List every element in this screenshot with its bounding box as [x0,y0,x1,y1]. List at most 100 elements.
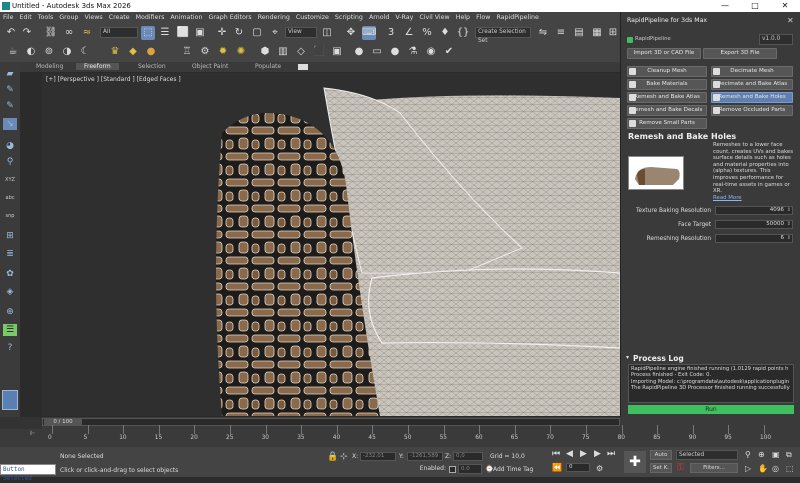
list-icon[interactable]: ☰ [3,324,17,336]
panel-close-icon[interactable]: ✕ [787,16,794,25]
move-icon[interactable]: ✛ [215,26,229,40]
vray-instancer-icon[interactable]: ⬛ [312,45,326,59]
vray-plane-icon[interactable]: ◇ [294,45,308,59]
face-target-input[interactable]: 50000 [715,220,793,229]
tab-populate[interactable]: Populate [255,63,281,70]
enabled-checkbox[interactable] [449,466,456,473]
vray-proxy-icon[interactable]: ⬢ [258,45,272,59]
remeshing-resolution-input[interactable]: 6 [715,234,793,243]
menu-rapidpipeline[interactable]: RapidPipeline [493,12,541,21]
unlink-icon[interactable]: ∞ [62,26,76,40]
menu-civil-view[interactable]: Civil View [416,12,452,21]
lock-selection-icon[interactable]: 🔒 [327,452,338,462]
maximize-button[interactable]: □ [740,0,770,12]
menu-arnold[interactable]: Arnold [366,12,392,21]
grid-icon[interactable]: ⊞ [3,230,17,242]
bind-warp-icon[interactable]: ≈ [80,26,94,40]
arnold-light-icon[interactable]: ◆ [126,45,140,59]
pan-icon[interactable]: ✋ [758,464,768,473]
tab-freeform[interactable]: Freeform [76,63,119,70]
link-icon[interactable]: ⛓ [44,26,58,40]
time-config-icon[interactable]: ⚙ [596,464,603,473]
vray-clipper-icon[interactable]: ▣ [330,45,344,59]
close-button[interactable]: ✕ [770,0,800,12]
rect-selection-icon[interactable]: ⬜ [176,26,190,40]
bake-materials-button[interactable]: Bake Materials [627,79,707,90]
orbit-icon[interactable]: ◎ [772,464,779,473]
help-icon[interactable]: ? [3,342,17,354]
tab-selection[interactable]: Selection [138,63,166,70]
menu-graph-editors[interactable]: Graph Editors [205,12,254,21]
display-icon[interactable]: ◕ [3,140,17,152]
remesh-bake-atlas-button[interactable]: Remesh and Bake Atlas [627,92,707,103]
next-frame-icon[interactable]: ▶ [594,449,601,459]
add-time-tag-link[interactable]: Add Time Tag [493,466,533,473]
viewport-label[interactable]: [+] [Perspective ] [Standard ] [Edged Fa… [46,76,181,83]
layer-explorer-icon[interactable]: ▤ [572,26,586,40]
menu-animation[interactable]: Animation [167,12,205,21]
angle-snap-icon[interactable]: ∠ [402,26,416,40]
window-crossing-icon[interactable]: ▣ [193,26,207,40]
menu-scripting[interactable]: Scripting [332,12,366,21]
selection-set-dropdown[interactable]: Create Selection Set [475,27,531,44]
version-dropdown[interactable]: v1.0.0 [759,34,793,45]
vray-render-icon[interactable]: ● [388,45,402,59]
percent-snap-icon[interactable]: % [420,26,434,40]
go-to-start-icon[interactable]: ⏮ [552,449,560,459]
fov-icon[interactable]: ▷ [745,464,751,473]
xyz-icon[interactable]: XYZ [3,174,17,186]
remove-small-parts-button[interactable]: Remove Small Parts [627,118,707,129]
render-setup-icon[interactable]: ⊚ [42,45,56,59]
play-icon[interactable]: ▶ [580,449,587,459]
menu-edit[interactable]: Edit [17,12,35,21]
select-by-name-icon[interactable]: ☰ [158,26,172,40]
menu-customize[interactable]: Customize [293,12,332,21]
key-mode-icon[interactable]: ⏪ [552,463,562,472]
snap-toggle-icon[interactable]: snp [3,210,17,222]
auto-key-button[interactable]: Auto [650,450,672,460]
vray-dome-icon[interactable]: ✺ [234,45,248,59]
menu-create[interactable]: Create [106,12,133,21]
render-icon[interactable]: ☾ [78,45,92,59]
menu-help[interactable]: Help [453,12,473,21]
chaos-cosmos-icon[interactable]: ✔ [442,45,456,59]
align-icon[interactable]: ≡ [554,26,568,40]
collapse-icon[interactable]: ▾ [626,354,629,361]
utilities-icon[interactable]: ⚲ [3,156,17,168]
set-key-button[interactable]: Set K. [650,463,672,473]
rotate-icon[interactable]: ↻ [232,26,246,40]
go-to-end-icon[interactable]: ⏭ [607,449,615,459]
zoom-extents-all-icon[interactable]: ⧉ [786,450,792,460]
maxscript-listener[interactable]: Button Selected [0,464,56,482]
cleanup-mesh-button[interactable]: Cleanup Mesh [627,66,707,77]
x-coordinate[interactable]: -232,01 [360,452,396,461]
remove-occluded-parts-button[interactable]: Remove Occluded Parts [711,105,793,116]
previous-frame-icon[interactable]: ◀ [566,449,573,459]
ref-coord-dropdown[interactable]: View [285,27,317,38]
key-set-dropdown[interactable]: Selected [676,450,738,460]
remesh-bake-holes-button[interactable]: Remesh and Bake Holes [711,92,793,103]
hierarchy-icon[interactable]: ✎ [3,100,17,112]
menu-modifiers[interactable]: Modifiers [133,12,168,21]
tab-object-paint[interactable]: Object Paint [192,63,228,70]
remesh-bake-decals-button[interactable]: Remesh and Bake Decals [627,105,707,116]
menu-vray[interactable]: V-Ray [392,12,416,21]
texture-resolution-input[interactable]: 4096 [715,206,793,215]
vray-vision-icon[interactable]: ◉ [424,45,438,59]
maximize-viewport-icon[interactable]: ⬚ [786,464,794,473]
menu-group[interactable]: Group [56,12,81,21]
run-button[interactable]: Run [628,405,794,414]
minimize-button[interactable]: — [710,0,740,12]
motion-icon[interactable]: ↘ [3,118,17,130]
snaps-icon[interactable]: 3 [384,26,398,40]
vray-ipr-icon[interactable]: ⚗ [406,45,420,59]
menu-flow[interactable]: Flow [473,12,493,21]
menu-file[interactable]: File [0,12,17,21]
arnold-icon[interactable]: ♛ [108,45,122,59]
mirror-icon[interactable]: ⇋ [536,26,550,40]
vray-icon[interactable]: ♖ [180,45,194,59]
perspective-viewport[interactable]: [+] [Perspective ] [Standard ] [Edged Fa… [42,73,620,416]
fill-icon[interactable]: ◈ [3,286,17,298]
zoom-all-icon[interactable]: ⊕ [758,450,765,459]
modify-icon[interactable]: ✎ [3,84,17,96]
